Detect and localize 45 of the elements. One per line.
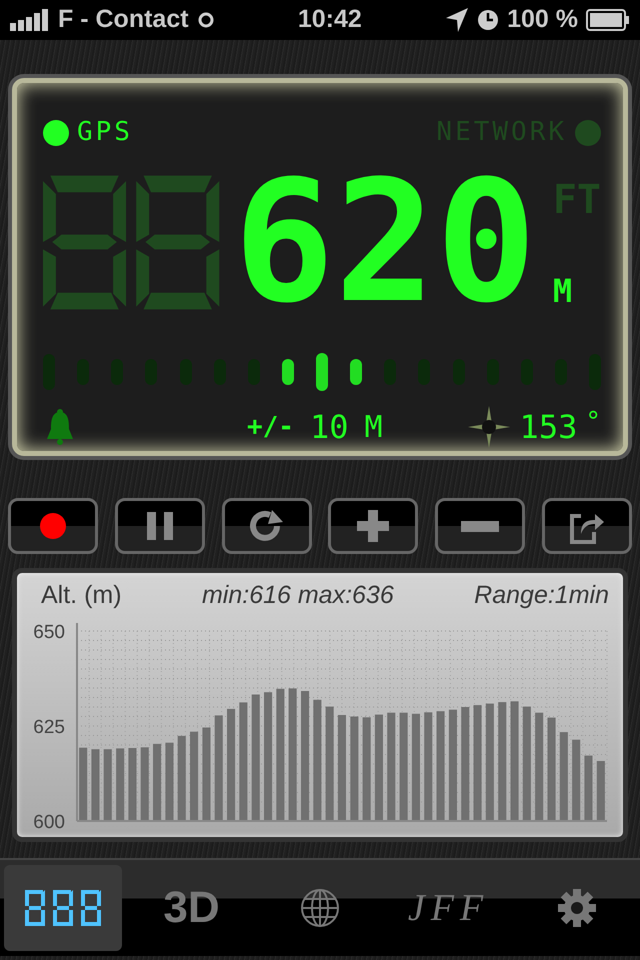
heading-value: 153 [520,407,578,448]
carrier-name: F - Contact [58,4,189,36]
tab-button[interactable] [4,865,122,951]
altitude-bar [596,761,605,821]
circle-icon [196,11,215,29]
accuracy-prefix: +/- [247,410,294,444]
pause-icon [144,511,175,541]
range-label: Range:1min [474,580,609,612]
minus-icon [461,520,500,532]
y-tick-label: 650 [33,622,65,643]
altitude-bar [104,749,112,821]
minus-button[interactable] [435,498,526,554]
altitude-reading: 620 [233,170,537,315]
axis-unit-label: Alt. (m) [41,580,122,612]
clock-time: 10:42 [298,4,362,36]
tilt-tick [282,359,294,385]
altitude-bar [91,749,100,821]
record-button[interactable] [8,498,98,554]
digits-icon [23,888,103,928]
tab-button[interactable]: JFF [390,865,508,951]
unit-label: M [552,271,574,312]
record-icon [39,512,67,540]
altitude-bar [584,756,592,821]
share-button[interactable] [542,498,632,554]
y-tick-label: 625 [33,717,65,738]
pause-button[interactable] [114,498,205,554]
tilt-tick [350,359,362,385]
battery-percent: 100 % [507,4,578,36]
accuracy-value: 10 [310,407,348,448]
plus-button[interactable] [328,498,418,554]
refresh-icon [250,510,284,542]
globe-icon [300,888,340,928]
y-tick-label: 600 [33,812,65,833]
min-max-summary: min:616 max:636 [202,580,394,612]
accuracy-unit: M [364,408,383,446]
tab-button[interactable]: 3D [132,865,250,951]
signal-icon [10,9,50,31]
settings-icon [558,889,596,927]
clock-icon [477,9,500,31]
plus-icon [357,510,390,542]
battery-icon [586,9,630,31]
degree-unit: ° [585,406,601,439]
refresh-button[interactable] [222,498,312,554]
source-label: GPS [77,116,133,149]
location-arrow-icon [445,7,470,33]
